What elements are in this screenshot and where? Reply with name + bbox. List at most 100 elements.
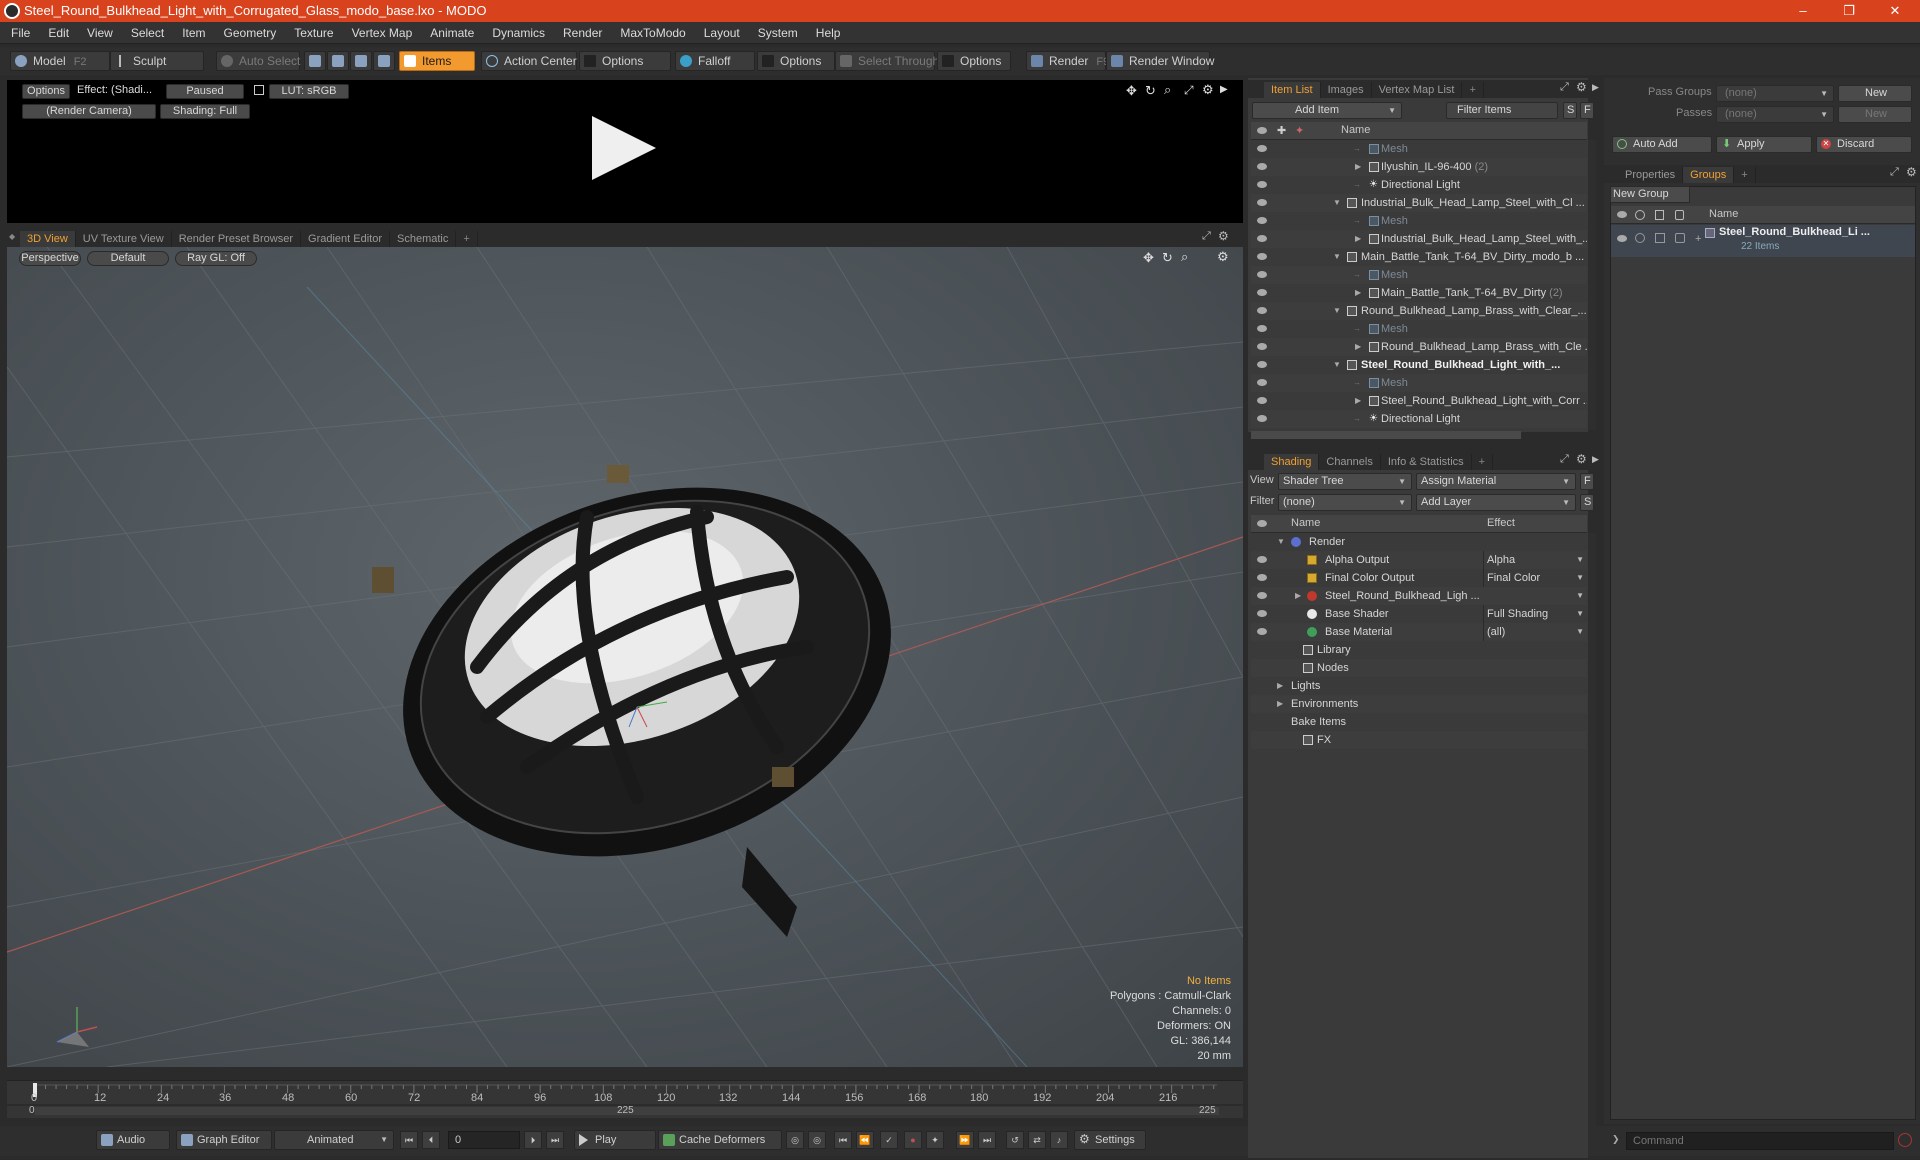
model-mode-button[interactable]: Model F2 <box>10 51 110 71</box>
expand-arrow-icon[interactable]: ▶ <box>1277 695 1283 713</box>
gear-icon[interactable]: ⚙ <box>1202 82 1214 98</box>
tab-uv-texture-view[interactable]: UV Texture View <box>76 231 172 247</box>
next-key-icon[interactable]: ⏭ <box>978 1131 996 1149</box>
search-toggle-s[interactable]: S <box>1563 102 1577 119</box>
select-column-icon[interactable] <box>1675 210 1684 220</box>
item-list-row[interactable]: → ☀ Directional Light <box>1251 176 1587 194</box>
tab-channels[interactable]: Channels <box>1319 454 1381 470</box>
apply-button[interactable]: ⬇ Apply <box>1716 136 1812 153</box>
column-name[interactable]: Name <box>1291 517 1320 529</box>
shader-tree-row[interactable]: Base Material (all) <box>1251 623 1587 641</box>
minimize-icon[interactable]: – <box>1780 0 1826 22</box>
expand-arrow-icon[interactable]: ▶ <box>1355 158 1361 176</box>
cache-deformers-button[interactable]: Cache Deformers <box>658 1130 782 1150</box>
new-pass-group-button[interactable]: New <box>1838 85 1912 102</box>
item-list-row[interactable]: → Mesh <box>1251 212 1587 230</box>
edges-mode-button[interactable] <box>327 51 349 71</box>
render-options-button[interactable]: Options <box>22 84 70 99</box>
items-mode-button[interactable]: Items <box>399 51 475 71</box>
polygons-mode-button[interactable] <box>350 51 372 71</box>
maximize-icon[interactable]: ⤢ <box>1890 166 1899 179</box>
zoom-icon[interactable]: ⌕ <box>1164 82 1171 98</box>
visibility-eye-icon[interactable] <box>1257 289 1267 296</box>
render-camera-dropdown[interactable]: (Render Camera) <box>22 104 156 119</box>
rotate-icon[interactable]: ↻ <box>1145 83 1156 99</box>
tab-item-list[interactable]: Item List <box>1264 82 1321 98</box>
item-list-row[interactable]: ▶ Main_Battle_Tank_T-64_BV_Dirty (2) <box>1251 284 1587 302</box>
visibility-column-icon[interactable] <box>1257 127 1267 134</box>
audio-button[interactable]: Audio <box>96 1130 170 1150</box>
render-column-icon[interactable] <box>1635 210 1645 220</box>
menu-vertex-map[interactable]: Vertex Map <box>343 22 422 44</box>
gear-icon[interactable]: ⚙ <box>1576 80 1587 94</box>
item-list-hscrollbar[interactable] <box>1251 431 1521 439</box>
pan-icon[interactable]: ✥ <box>1126 83 1137 99</box>
restore-icon[interactable]: ❐ <box>1826 0 1872 22</box>
render-toggle-icon[interactable] <box>1635 233 1645 243</box>
loop-icon[interactable]: ↺ <box>1006 1131 1024 1149</box>
filter-dropdown[interactable]: (none) <box>1278 494 1412 511</box>
item-list-row[interactable]: → Mesh <box>1251 320 1587 338</box>
maximize-icon[interactable]: ⤢ <box>1184 83 1194 98</box>
item-list-row[interactable]: → Mesh <box>1251 374 1587 392</box>
render-shading-dropdown[interactable]: Shading: Full <box>160 104 250 119</box>
item-list-row[interactable]: ▼ Main_Battle_Tank_T-64_BV_Dirty_modo_b .… <box>1251 248 1587 266</box>
expand-arrow-icon[interactable]: ▶ <box>1355 230 1361 248</box>
shader-tree-row[interactable]: ▶ Environments <box>1251 695 1587 713</box>
shader-tree-row[interactable]: FX <box>1251 731 1587 749</box>
play-render-icon[interactable] <box>592 116 656 180</box>
visibility-eye-icon[interactable] <box>1257 325 1267 332</box>
panel-arrow-icon[interactable]: ▶ <box>1592 82 1599 93</box>
column-name[interactable]: Name <box>1341 124 1370 136</box>
shader-tree-row[interactable]: ▶ Lights <box>1251 677 1587 695</box>
visibility-eye-icon[interactable] <box>1257 592 1267 599</box>
tab-gradient-editor[interactable]: Gradient Editor <box>301 231 390 247</box>
group-row[interactable]: + Steel_Round_Bulkhead_Li ... 22 Items <box>1611 225 1915 257</box>
filter-items-input[interactable]: Filter Items <box>1446 102 1558 119</box>
visibility-eye-icon[interactable] <box>1257 253 1267 260</box>
filter-toggle-f[interactable]: F <box>1580 102 1594 119</box>
column-effect[interactable]: Effect <box>1487 517 1515 529</box>
lut-dropdown[interactable]: LUT: sRGB <box>269 84 349 99</box>
item-list-row[interactable]: ▶ Industrial_Bulk_Head_Lamp_Steel_with_..… <box>1251 230 1587 248</box>
shader-tree-row[interactable]: ▶ Steel_Round_Bulkhead_Ligh ... <box>1251 587 1587 605</box>
tab-schematic[interactable]: Schematic <box>390 231 457 247</box>
materials-mode-button[interactable] <box>373 51 395 71</box>
expand-icon[interactable]: + <box>1695 233 1701 245</box>
visibility-eye-icon[interactable] <box>1257 271 1267 278</box>
effect-dropdown[interactable]: Full Shading <box>1483 605 1587 623</box>
gear-icon[interactable]: ⚙ <box>1906 165 1917 179</box>
shader-tree-row[interactable]: Alpha Output Alpha <box>1251 551 1587 569</box>
menu-texture[interactable]: Texture <box>285 22 342 44</box>
menu-file[interactable]: File <box>2 22 39 44</box>
visibility-eye-icon[interactable] <box>1257 217 1267 224</box>
visibility-eye-icon[interactable] <box>1257 181 1267 188</box>
visibility-eye-icon[interactable] <box>1257 397 1267 404</box>
play-button[interactable]: Play <box>574 1130 656 1150</box>
add-item-dropdown[interactable]: Add Item <box>1252 102 1402 119</box>
discard-button[interactable]: ✕ Discard <box>1816 136 1912 153</box>
shader-tree-row[interactable]: Final Color Output Final Color <box>1251 569 1587 587</box>
render-effect-dropdown[interactable]: Effect: (Shadi... <box>77 84 152 96</box>
collapse-arrow-icon[interactable]: ▼ <box>1333 194 1341 212</box>
key-all-icon[interactable]: ◎ <box>808 1131 826 1149</box>
item-list-row[interactable]: ▶ Ilyushin_IL-96-400 (2) <box>1251 158 1587 176</box>
shader-tree-row[interactable]: Base Shader Full Shading <box>1251 605 1587 623</box>
assign-material-dropdown[interactable]: Assign Material <box>1416 473 1576 490</box>
tab-3d-view[interactable]: 3D View <box>20 231 76 247</box>
lock-toggle-icon[interactable] <box>1655 233 1665 243</box>
skip-end-icon[interactable]: ⏭ <box>546 1131 564 1149</box>
menu-geometry[interactable]: Geometry <box>215 22 286 44</box>
item-list-row[interactable]: → Mesh <box>1251 266 1587 284</box>
skip-start-icon[interactable]: ⏮ <box>400 1131 418 1149</box>
menu-view[interactable]: View <box>78 22 122 44</box>
rotate-icon[interactable]: ↻ <box>1162 250 1173 266</box>
visibility-eye-icon[interactable] <box>1257 307 1267 314</box>
panel-arrow-icon[interactable]: ▶ <box>1592 454 1599 465</box>
column-name[interactable]: Name <box>1709 208 1738 220</box>
lock-icon[interactable] <box>254 85 264 95</box>
step-back-icon[interactable]: ⏴ <box>422 1131 440 1149</box>
action-center-options-button[interactable]: Options <box>579 51 671 71</box>
item-list-row[interactable]: ▶ Round_Bulkhead_Lamp_Brass_with_Cle ... <box>1251 338 1587 356</box>
expand-arrow-icon[interactable]: ▶ <box>1355 392 1361 410</box>
